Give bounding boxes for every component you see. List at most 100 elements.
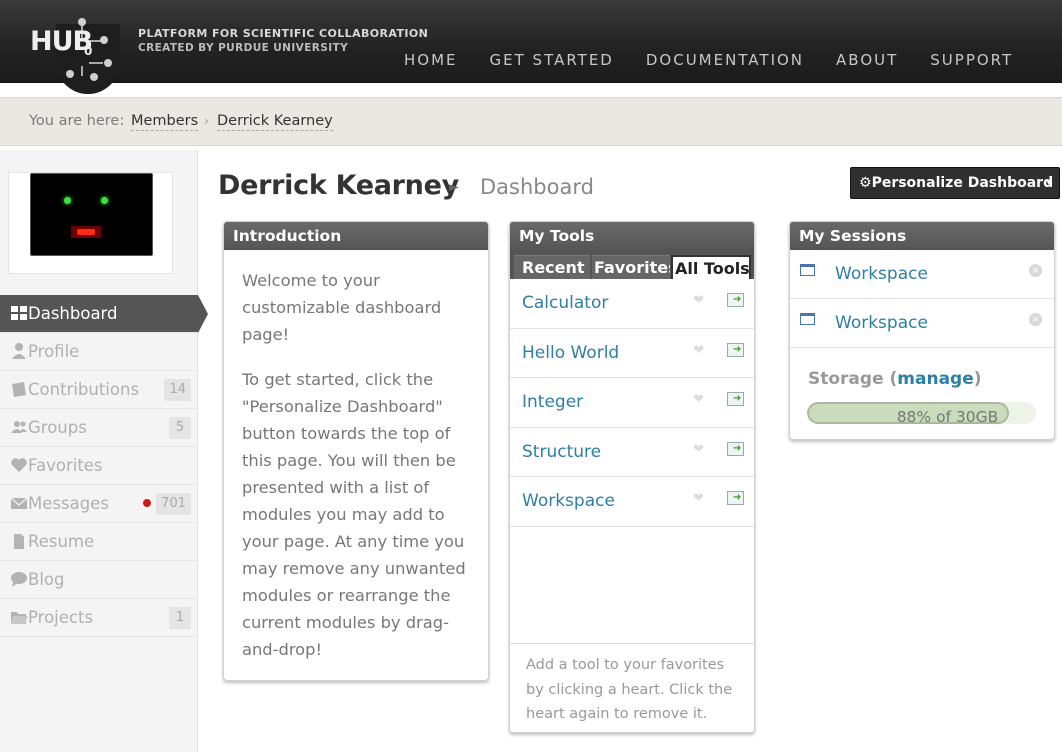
heart-icon[interactable]: ❤	[693, 294, 704, 308]
tagline-sub: CREATED BY PURDUE UNIVERSITY	[138, 42, 349, 54]
session-row[interactable]: Workspace ×	[790, 250, 1054, 299]
storage-progress-bar: 88% of 30GB	[807, 402, 1036, 424]
heart-icon[interactable]: ❤	[693, 343, 704, 358]
tab-all-tools[interactable]: All Tools	[671, 255, 751, 279]
sidebar-item-label: Dashboard	[28, 304, 118, 323]
gear-icon: ⚙	[859, 175, 872, 191]
page-title: Derrick Kearney	[218, 170, 459, 201]
avatar-frame	[8, 172, 173, 274]
title-arrow-icon: ►	[449, 180, 459, 195]
my-sessions-module: My Sessions Workspace × Workspace × Stor…	[789, 221, 1055, 440]
window-icon	[800, 264, 815, 276]
launch-tool-icon[interactable]	[727, 441, 744, 456]
storage-label: Storage (manage)	[808, 369, 982, 389]
member-sidebar: Dashboard Profile Contributions 14 Group…	[0, 150, 208, 752]
tool-link[interactable]: Structure	[522, 442, 601, 462]
personalize-dashboard-button[interactable]: ⚙Personalize Dashboard ▾	[850, 167, 1060, 199]
my-tools-module: My Tools Recent Favorites All Tools Calc…	[509, 221, 755, 733]
tool-link[interactable]: Workspace	[522, 491, 615, 511]
tagline-main: PLATFORM FOR SCIENTIFIC COLLABORATION	[138, 27, 429, 40]
intro-paragraph: To get started, click the "Personalize D…	[242, 370, 466, 659]
close-icon[interactable]: ×	[1029, 313, 1042, 326]
tool-row[interactable]: Structure ❤	[510, 428, 754, 477]
personalize-label: Personalize Dashboard	[871, 175, 1054, 191]
nav-documentation[interactable]: DOCUMENTATION	[630, 50, 820, 70]
nav-about[interactable]: ABOUT	[820, 50, 914, 70]
nav-get-started[interactable]: GET STARTED	[474, 50, 630, 70]
unread-indicator	[143, 499, 151, 507]
tool-link[interactable]: Integer	[522, 392, 583, 412]
tab-favorites[interactable]: Favorites	[592, 255, 670, 279]
sidebar-item-messages[interactable]: Messages 701	[0, 485, 198, 523]
launch-tool-icon[interactable]	[727, 293, 744, 307]
sidebar-item-projects[interactable]: Projects 1	[0, 599, 198, 637]
tool-row[interactable]: Integer ❤	[510, 378, 754, 428]
page-subtitle: Dashboard	[480, 175, 594, 199]
tools-hint: Add a tool to your favorites by clicking…	[510, 643, 754, 732]
user-icon	[10, 333, 28, 371]
introduction-module: Introduction Welcome to your customizabl…	[223, 221, 489, 681]
storage-label-text: Storage (	[808, 369, 898, 389]
launch-tool-icon[interactable]	[727, 342, 744, 357]
book-icon	[10, 371, 28, 409]
launch-tool-icon[interactable]	[727, 392, 744, 406]
main-nav: HOME GET STARTED DOCUMENTATION ABOUT SUP…	[388, 50, 1029, 70]
nav-home[interactable]: HOME	[388, 50, 474, 70]
tab-recent[interactable]: Recent	[514, 255, 590, 279]
tool-row[interactable]: Calculator ❤	[510, 279, 754, 329]
site-header: HUB 0 PLATFORM FOR SCIENTIFIC COLLABORAT…	[0, 0, 1062, 94]
avatar[interactable]	[30, 173, 153, 256]
breadcrumb-members[interactable]: Members	[131, 113, 199, 131]
breadcrumb-current[interactable]: Derrick Kearney	[217, 113, 333, 131]
module-title[interactable]: My Sessions	[790, 222, 1054, 250]
logo-text: HUB	[30, 26, 93, 57]
session-link[interactable]: Workspace	[835, 264, 928, 284]
tool-link[interactable]: Calculator	[522, 293, 608, 313]
storage-progress-text: 88% of 30GB	[896, 408, 999, 424]
group-icon	[10, 409, 28, 447]
sidebar-item-profile[interactable]: Profile	[0, 333, 198, 371]
sidebar-item-label: Blog	[28, 570, 65, 589]
heart-icon[interactable]: ❤	[693, 442, 704, 457]
tool-row[interactable]: Hello World ❤	[510, 329, 754, 378]
close-icon[interactable]: ×	[1029, 264, 1042, 277]
sidebar-item-label: Contributions	[28, 380, 140, 399]
sidebar-item-blog[interactable]: Blog	[0, 561, 198, 599]
heart-icon[interactable]: ❤	[693, 393, 704, 407]
module-title[interactable]: Introduction	[224, 222, 488, 250]
window-icon	[800, 313, 815, 325]
sidebar-item-label: Resume	[28, 532, 95, 551]
chevron-down-icon: ▾	[1046, 178, 1051, 188]
document-icon	[10, 523, 28, 561]
sidebar-item-label: Projects	[28, 608, 94, 627]
heart-icon[interactable]: ❤	[693, 492, 704, 506]
module-title[interactable]: My Tools	[510, 222, 754, 250]
sidebar-item-groups[interactable]: Groups 5	[0, 409, 198, 447]
projects-count: 1	[169, 607, 191, 629]
sidebar-item-label: Groups	[28, 418, 87, 437]
folder-icon	[10, 599, 28, 637]
envelope-icon	[10, 485, 28, 523]
nav-support[interactable]: SUPPORT	[914, 50, 1029, 70]
sidebar-item-resume[interactable]: Resume	[0, 523, 198, 561]
session-link[interactable]: Workspace	[835, 313, 928, 333]
introduction-body: Welcome to your customizable dashboard p…	[224, 250, 488, 663]
tool-row[interactable]: Workspace ❤	[510, 477, 754, 527]
launch-tool-icon[interactable]	[727, 491, 744, 505]
sidebar-item-label: Favorites	[28, 456, 103, 475]
sidebar-item-dashboard[interactable]: Dashboard	[0, 295, 208, 333]
sidebar-item-label: Profile	[28, 342, 80, 361]
hub-logo[interactable]: HUB 0	[26, 18, 136, 94]
tool-link[interactable]: Hello World	[522, 343, 619, 363]
messages-count: 701	[156, 493, 191, 515]
logo-zero: 0	[84, 44, 93, 58]
session-row[interactable]: Workspace ×	[790, 299, 1054, 348]
manage-storage-link[interactable]: manage	[897, 369, 973, 389]
sidebar-item-favorites[interactable]: Favorites	[0, 447, 198, 485]
sidebar-item-contributions[interactable]: Contributions 14	[0, 371, 198, 409]
storage-label-close: )	[973, 369, 982, 389]
sidebar-nav: Dashboard Profile Contributions 14 Group…	[0, 295, 208, 637]
intro-paragraph: Welcome to your customizable dashboard p…	[242, 271, 442, 344]
sidebar-item-label: Messages	[28, 494, 109, 513]
speech-bubble-icon	[10, 561, 28, 599]
